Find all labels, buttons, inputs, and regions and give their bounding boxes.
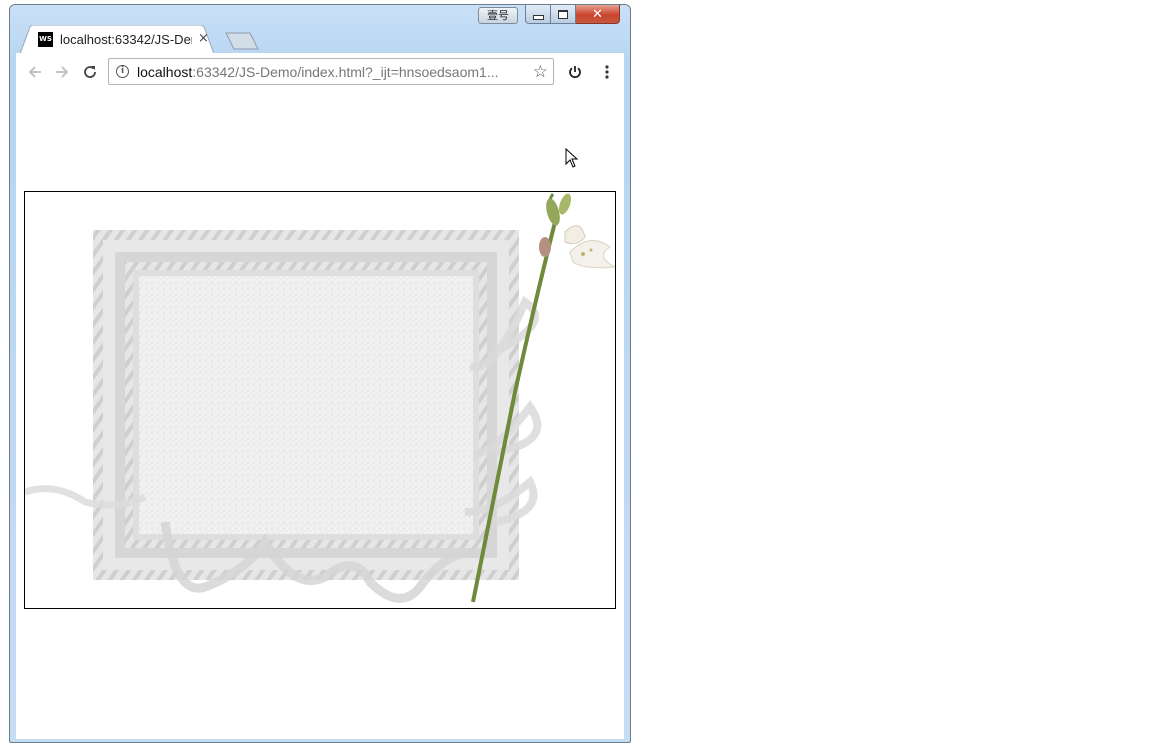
site-info-icon[interactable]: i [116,65,129,78]
back-button[interactable] [26,63,44,81]
mouse-pointer-icon [565,148,579,168]
ime-indicator[interactable]: 壹号 [478,7,518,24]
url-path: :63342/JS-Demo/index.html?_ijt=hnsoedsao… [192,64,499,80]
close-window-button[interactable]: ✕ [576,5,620,24]
forward-button[interactable] [53,63,71,81]
bookmark-star-icon[interactable]: ☆ [533,62,548,82]
maximize-icon [558,9,568,19]
reload-button[interactable] [81,63,99,81]
address-bar[interactable]: i localhost:63342/JS-Demo/index.html?_ij… [108,58,554,85]
url-text[interactable]: localhost:63342/JS-Demo/index.html?_ijt=… [137,64,527,80]
browser-menu-button[interactable] [598,62,616,82]
window-caption-buttons: ✕ [525,5,620,24]
arrow-left-icon [28,66,41,78]
maximize-button[interactable] [551,5,576,24]
tab-close-icon[interactable]: × [198,31,209,46]
framed-picture-image [25,193,615,603]
canvas-image-container [24,191,616,609]
power-extension-button[interactable] [566,62,584,82]
browser-window: 壹号 ✕ WS localhost:63342/JS-Demo/index.ht… [9,4,631,743]
page-viewport [16,91,624,739]
webstorm-favicon-icon: WS [38,32,53,47]
minimize-button[interactable] [525,5,551,24]
tab-active[interactable]: WS localhost:63342/JS-Demo/index.html × [20,25,214,54]
url-host: localhost [137,64,193,80]
reload-icon [84,66,96,78]
tab-title: localhost:63342/JS-Demo/index.html [60,32,192,47]
power-icon [569,66,581,79]
new-tab-button[interactable] [224,32,260,50]
browser-toolbar: i localhost:63342/JS-Demo/index.html?_ij… [16,53,624,92]
minimize-icon [532,14,544,20]
arrow-right-icon [56,66,69,78]
close-icon: ✕ [592,6,603,22]
vertical-dots-icon [605,65,609,79]
